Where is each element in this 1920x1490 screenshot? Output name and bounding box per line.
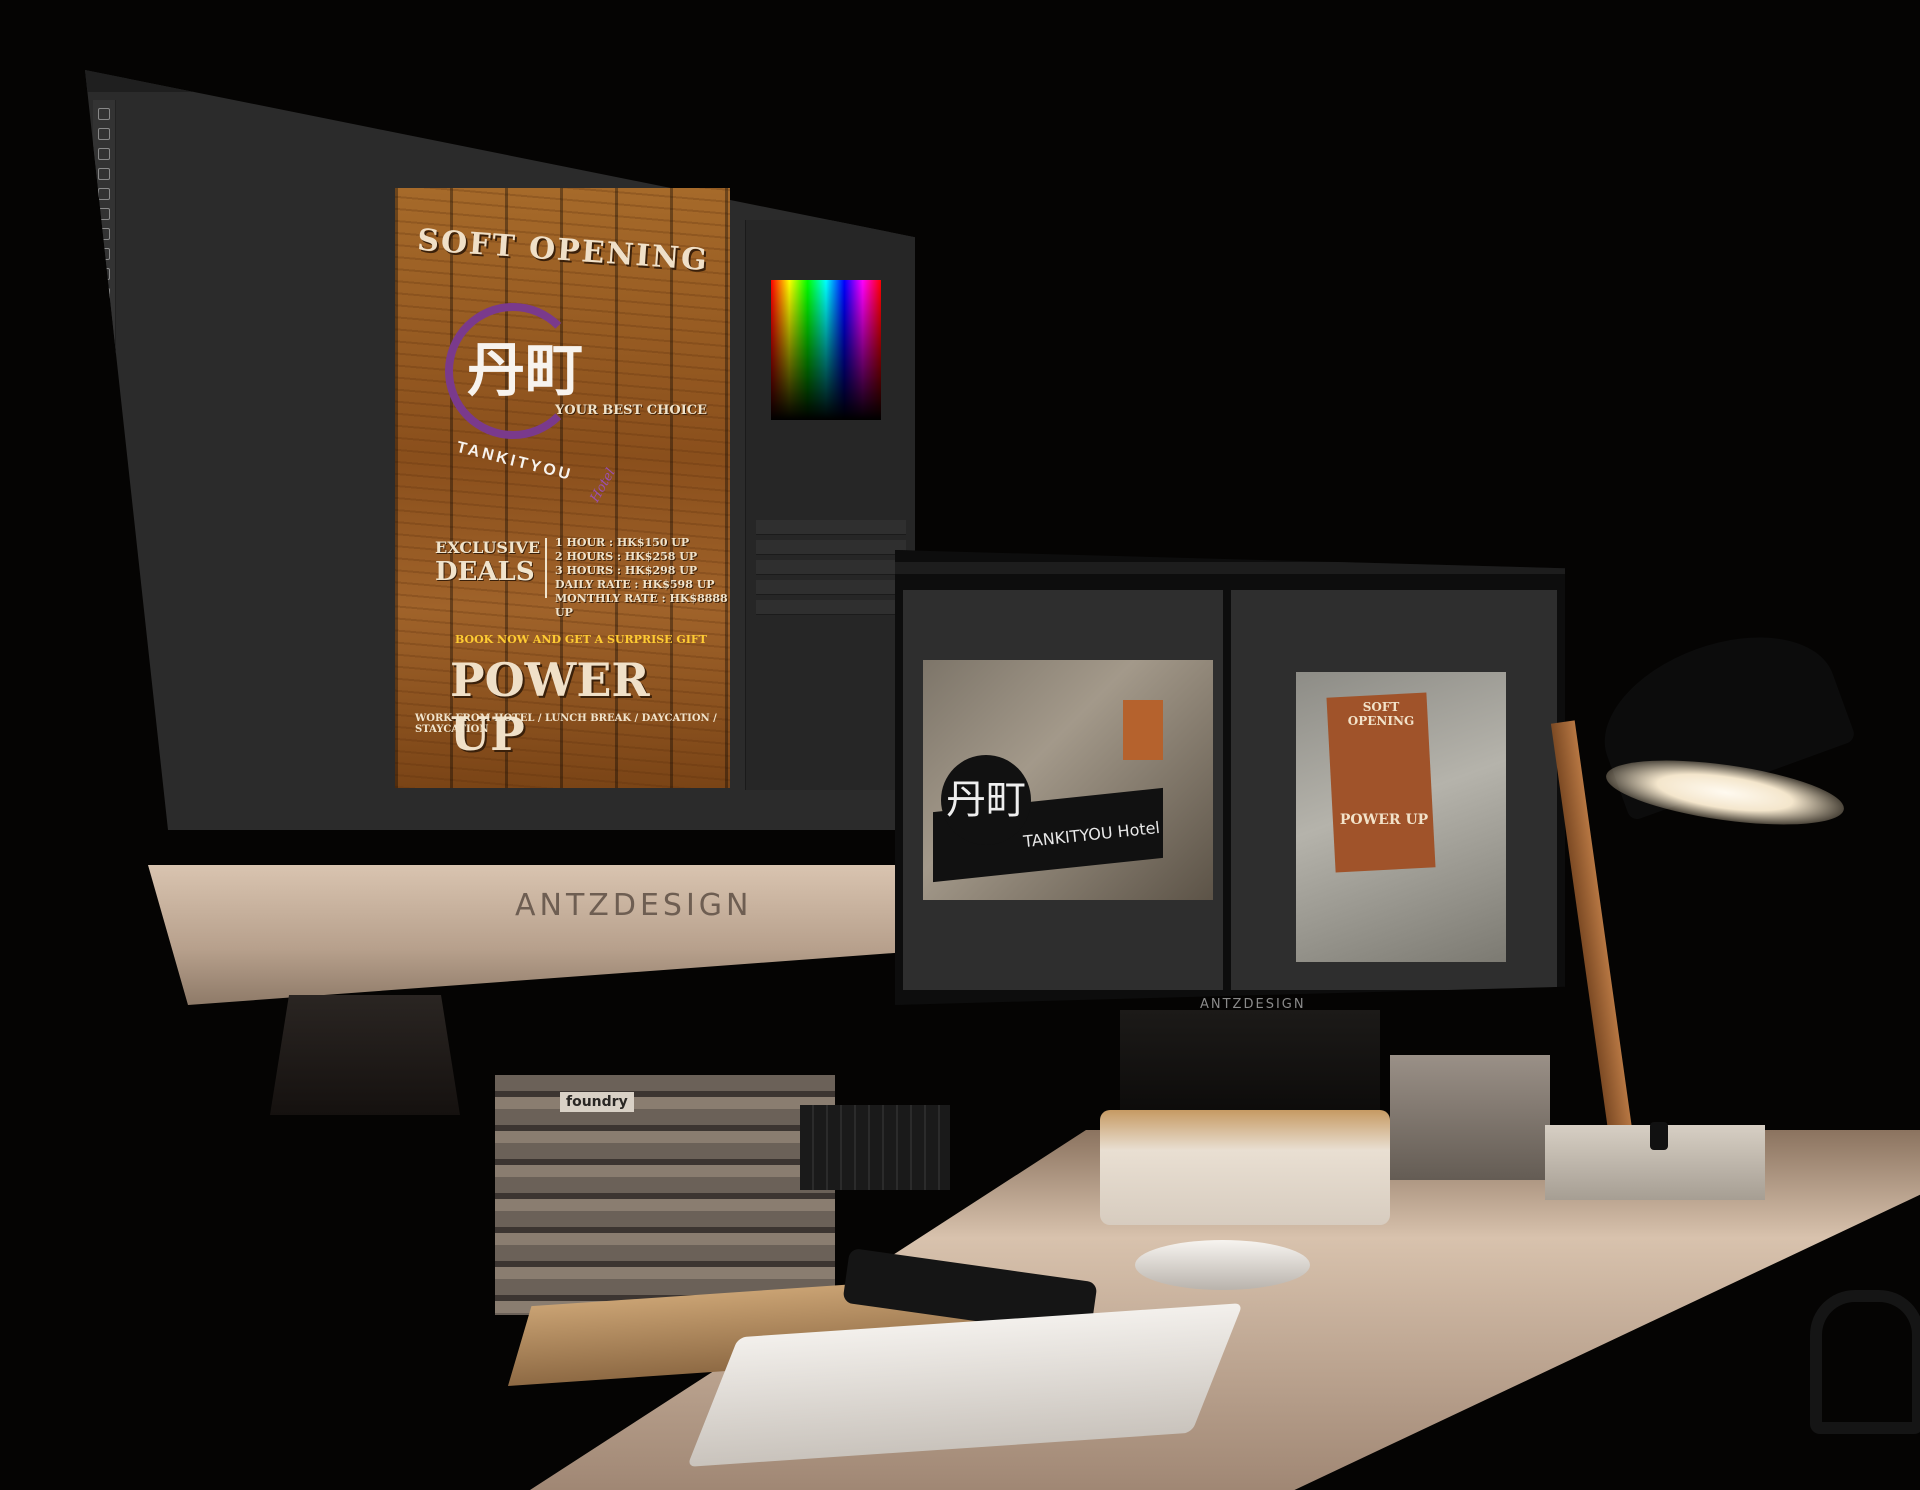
marquee-tool-icon[interactable] xyxy=(98,128,110,140)
gradient-tool-icon[interactable] xyxy=(98,268,110,280)
left-monitor-brand: ANTZDESIGN xyxy=(515,888,753,923)
hotel-sign-logo: 丹町 xyxy=(941,755,1031,845)
rate-line: MONTHLY RATE : HK$8888 UP xyxy=(555,592,728,619)
poster-divider xyxy=(545,538,547,598)
eraser-tool-icon[interactable] xyxy=(98,248,110,260)
laptop-keyboard xyxy=(800,1105,950,1190)
layer-row[interactable] xyxy=(756,560,906,575)
poster-exclusive: EXCLUSIVE DEALS xyxy=(435,538,540,587)
lamp-switch-icon xyxy=(1650,1122,1668,1150)
color-picker[interactable] xyxy=(771,280,881,420)
layer-row[interactable] xyxy=(756,600,906,615)
desk-speaker xyxy=(1100,1110,1390,1225)
eyedropper-tool-icon[interactable] xyxy=(98,188,110,200)
move-tool-icon[interactable] xyxy=(98,108,110,120)
wall-poster-power-up: POWER UP xyxy=(1339,812,1429,828)
stamp-tool-icon[interactable] xyxy=(98,228,110,240)
wall-poster-title: SOFT OPENING xyxy=(1347,700,1415,728)
crop-tool-icon[interactable] xyxy=(98,168,110,180)
rate-line: DAILY RATE : HK$598 UP xyxy=(555,578,715,591)
poster-exclusive-label: EXCLUSIVE xyxy=(435,538,541,557)
hand-tool-icon[interactable] xyxy=(98,328,110,340)
concrete-planter xyxy=(1390,1055,1550,1180)
desk-scene: SOFT OPENING 丹町 YOUR BEST CHOICE TANKITY… xyxy=(0,0,1920,1490)
logo-kanji: 丹町 xyxy=(467,336,584,404)
layer-row[interactable] xyxy=(756,580,906,595)
logo-hotel: Hotel xyxy=(587,466,619,505)
poster-rates: 1 HOUR : HK$150 UP 2 HOURS : HK$258 UP 3… xyxy=(555,536,730,620)
right-editor-pane-left: 丹町 TANKITYOU Hotel xyxy=(903,590,1223,990)
logo-brand: TANKITYOU xyxy=(454,438,575,485)
rate-line: 2 HOURS : HK$258 UP xyxy=(555,550,698,563)
brush-tool-icon[interactable] xyxy=(98,208,110,220)
editor-menu-bar xyxy=(85,70,915,92)
right-editor-menu-bar xyxy=(895,562,1565,574)
poster-book-now: BOOK NOW AND GET A SURPRISE GIFT xyxy=(455,633,707,646)
editor-tabs xyxy=(115,75,151,79)
poster-canvas: SOFT OPENING 丹町 YOUR BEST CHOICE TANKITY… xyxy=(395,188,730,788)
poster-tagline: WORK FROM HOTEL / LUNCH BREAK / DAYCATIO… xyxy=(415,713,717,735)
lasso-tool-icon[interactable] xyxy=(98,148,110,160)
book-spine-label: foundry xyxy=(560,1092,634,1112)
layer-row[interactable] xyxy=(756,520,906,535)
book-stack xyxy=(495,1075,835,1315)
poster-title: SOFT OPENING xyxy=(416,222,710,279)
rate-line: 3 HOURS : HK$298 UP xyxy=(555,564,698,577)
left-monitor-stand xyxy=(270,995,460,1115)
headphones-icon xyxy=(1810,1290,1920,1434)
poster-power-up: POWER UP xyxy=(450,653,650,761)
lobby-poster-thumbnail xyxy=(1123,700,1163,760)
mouse-icon xyxy=(1135,1240,1310,1290)
editor-toolbar xyxy=(93,100,116,620)
zoom-tool-icon[interactable] xyxy=(98,348,110,360)
rate-line: 1 HOUR : HK$150 UP xyxy=(555,536,690,549)
left-monitor-chin xyxy=(148,865,948,1005)
right-editor-pane-right: SOFT OPENING POWER UP xyxy=(1231,590,1557,990)
poster-best-choice: YOUR BEST CHOICE xyxy=(555,403,708,418)
pen-tool-icon[interactable] xyxy=(98,288,110,300)
poster-deals-label: DEALS xyxy=(435,557,535,587)
right-monitor-screen: 丹町 TANKITYOU Hotel SOFT OPENING POWER UP xyxy=(895,550,1565,1005)
layer-row[interactable] xyxy=(756,540,906,555)
editor-side-panels xyxy=(745,220,915,790)
text-tool-icon[interactable] xyxy=(98,308,110,320)
